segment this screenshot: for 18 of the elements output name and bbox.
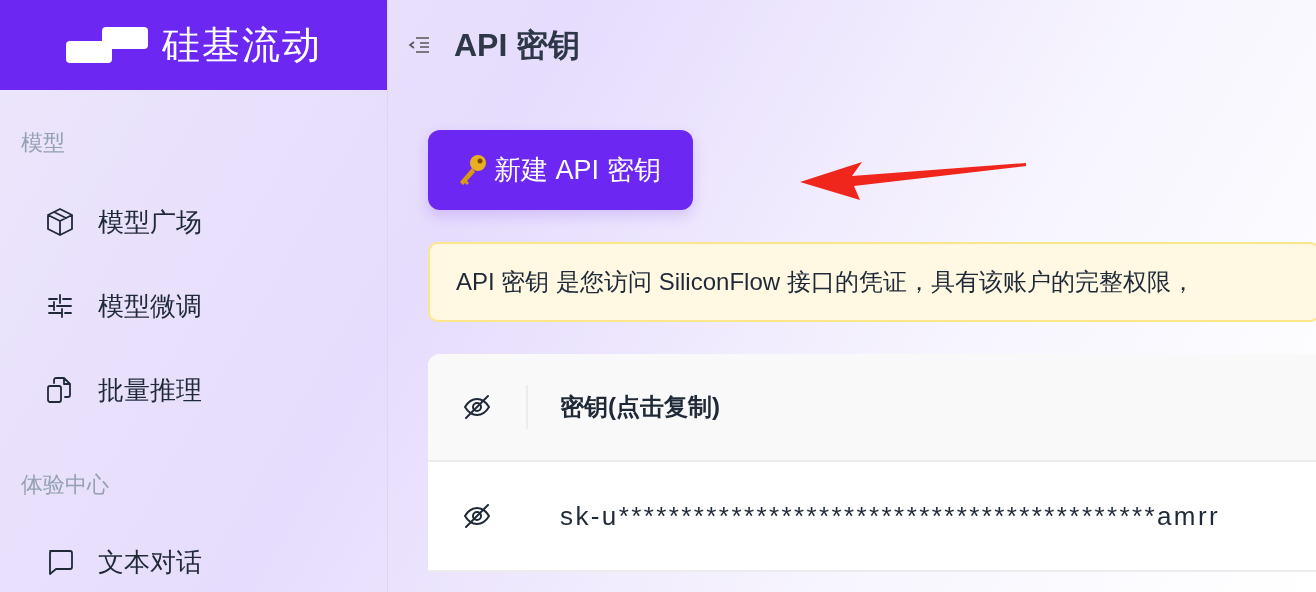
sidebar-item[interactable]: 文本对话 bbox=[98, 542, 202, 582]
sidebar-item[interactable]: 模型微调 bbox=[98, 286, 202, 326]
sidebar-item[interactable]: 模型广场 bbox=[98, 202, 202, 242]
notice-text: API 密钥 是您访问 SiliconFlow 接口的凭证，具有该账户的完整权限， bbox=[456, 267, 1195, 297]
brand-name: 硅基流动 bbox=[161, 22, 322, 68]
logo-icon bbox=[65, 25, 148, 65]
collapse-sidebar-icon[interactable] bbox=[408, 36, 430, 54]
key-icon bbox=[458, 153, 488, 187]
api-key-text[interactable]: sk-u*******************************************amrr bbox=[526, 496, 1221, 536]
section-heading: 模型 bbox=[21, 130, 65, 155]
new-api-key-button[interactable]: 新建 API 密钥 bbox=[428, 130, 693, 210]
section-heading: 体验中心 bbox=[21, 472, 109, 497]
eye-slash-icon[interactable] bbox=[462, 394, 492, 420]
page-title: API 密钥 bbox=[454, 26, 581, 65]
column-header: 密钥(点击复制) bbox=[560, 392, 720, 422]
cube-icon bbox=[44, 206, 76, 238]
sidebar-item[interactable]: 批量推理 bbox=[98, 370, 202, 410]
eye-slash-icon[interactable] bbox=[462, 503, 492, 529]
